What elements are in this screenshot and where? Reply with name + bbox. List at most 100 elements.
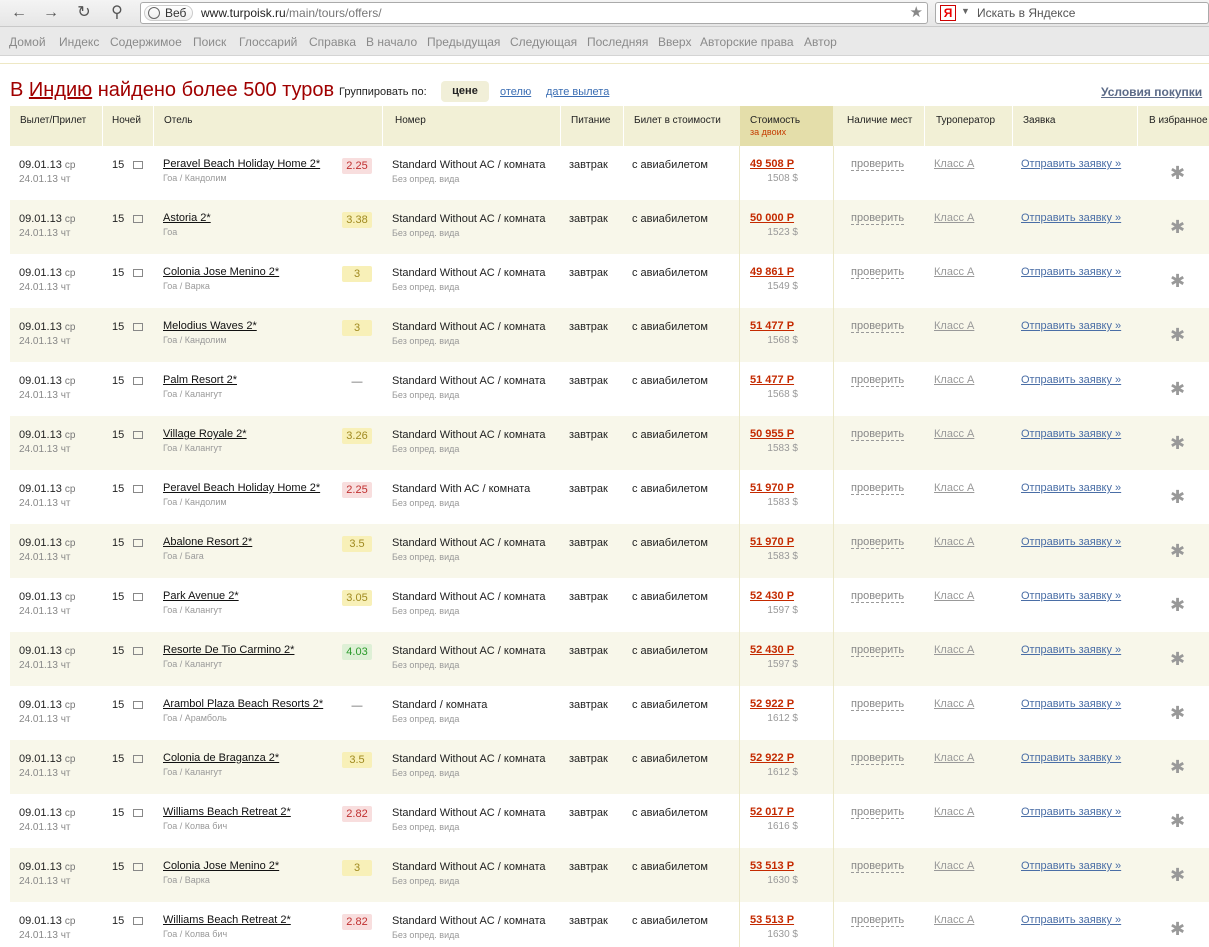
col-availability[interactable]: Наличие мест [847, 115, 912, 126]
tour-operator-link[interactable]: Класс А [934, 860, 974, 872]
calendar-icon[interactable] [133, 161, 143, 169]
hotel-link[interactable]: Astoria 2* [163, 212, 211, 224]
hotel-link[interactable]: Williams Beach Retreat 2* [163, 914, 291, 926]
add-favorite-icon[interactable]: ✱ [1170, 217, 1185, 238]
nav-start[interactable]: В начало [366, 35, 417, 49]
nav-copyright[interactable]: Авторские права [700, 35, 794, 49]
hotel-link[interactable]: Williams Beach Retreat 2* [163, 806, 291, 818]
group-by-date-link[interactable]: дате вылета [546, 86, 609, 98]
send-request-link[interactable]: Отправить заявку » [1021, 482, 1121, 494]
calendar-icon[interactable] [133, 377, 143, 385]
check-availability-link[interactable]: проверить [851, 482, 905, 495]
nav-last[interactable]: Последняя [587, 35, 648, 49]
check-availability-link[interactable]: проверить [851, 914, 905, 927]
check-availability-link[interactable]: проверить [851, 428, 905, 441]
calendar-icon[interactable] [133, 431, 143, 439]
add-favorite-icon[interactable]: ✱ [1170, 757, 1185, 778]
add-favorite-icon[interactable]: ✱ [1170, 541, 1185, 562]
yandex-search-field[interactable]: Я ▼ Искать в Яндексе [935, 2, 1209, 24]
nav-contents[interactable]: Содержимое [110, 35, 182, 49]
col-price[interactable]: Стоимость за двоих [740, 106, 833, 146]
price-link[interactable]: 52 430 Р [750, 644, 794, 656]
tour-operator-link[interactable]: Класс А [934, 482, 974, 494]
add-favorite-icon[interactable]: ✱ [1170, 163, 1185, 184]
bookmark-star-icon[interactable]: ★ [910, 3, 923, 21]
calendar-icon[interactable] [133, 539, 143, 547]
nav-index[interactable]: Индекс [59, 35, 99, 49]
calendar-icon[interactable] [133, 701, 143, 709]
price-link[interactable]: 53 513 Р [750, 860, 794, 872]
add-favorite-icon[interactable]: ✱ [1170, 325, 1185, 346]
calendar-icon[interactable] [133, 809, 143, 817]
send-request-link[interactable]: Отправить заявку » [1021, 374, 1121, 386]
nav-home[interactable]: Домой [9, 35, 46, 49]
nav-previous[interactable]: Предыдущая [427, 35, 500, 49]
check-availability-link[interactable]: проверить [851, 860, 905, 873]
price-link[interactable]: 50 000 Р [750, 212, 794, 224]
tour-operator-link[interactable]: Класс А [934, 698, 974, 710]
send-request-link[interactable]: Отправить заявку » [1021, 644, 1121, 656]
add-favorite-icon[interactable]: ✱ [1170, 433, 1185, 454]
web-badge[interactable]: Веб [144, 5, 194, 21]
send-request-link[interactable]: Отправить заявку » [1021, 158, 1121, 170]
check-availability-link[interactable]: проверить [851, 158, 905, 171]
send-request-link[interactable]: Отправить заявку » [1021, 590, 1121, 602]
price-link[interactable]: 49 508 Р [750, 158, 794, 170]
add-favorite-icon[interactable]: ✱ [1170, 811, 1185, 832]
tour-operator-link[interactable]: Класс А [934, 914, 974, 926]
calendar-icon[interactable] [133, 593, 143, 601]
col-ticket[interactable]: Билет в стоимости [634, 115, 721, 126]
nav-up[interactable]: Вверх [658, 35, 691, 49]
send-request-link[interactable]: Отправить заявку » [1021, 536, 1121, 548]
calendar-icon[interactable] [133, 647, 143, 655]
price-link[interactable]: 52 922 Р [750, 752, 794, 764]
price-link[interactable]: 50 955 Р [750, 428, 794, 440]
nav-glossary[interactable]: Глоссарий [239, 35, 297, 49]
tour-operator-link[interactable]: Класс А [934, 806, 974, 818]
tour-operator-link[interactable]: Класс А [934, 320, 974, 332]
send-request-link[interactable]: Отправить заявку » [1021, 428, 1121, 440]
send-request-link[interactable]: Отправить заявку » [1021, 212, 1121, 224]
add-favorite-icon[interactable]: ✱ [1170, 487, 1185, 508]
hotel-link[interactable]: Abalone Resort 2* [163, 536, 252, 548]
add-favorite-icon[interactable]: ✱ [1170, 649, 1185, 670]
nav-search[interactable]: Поиск [193, 35, 226, 49]
tour-operator-link[interactable]: Класс А [934, 374, 974, 386]
price-link[interactable]: 51 477 Р [750, 320, 794, 332]
address-bar[interactable]: Веб www.turpoisk.ru/main/tours/offers/ ★ [140, 2, 928, 24]
reload-icon[interactable]: ↻ [73, 3, 95, 23]
check-availability-link[interactable]: проверить [851, 374, 905, 387]
nav-help[interactable]: Справка [309, 35, 356, 49]
check-availability-link[interactable]: проверить [851, 806, 905, 819]
send-request-link[interactable]: Отправить заявку » [1021, 266, 1121, 278]
check-availability-link[interactable]: проверить [851, 590, 905, 603]
send-request-link[interactable]: Отправить заявку » [1021, 914, 1121, 926]
tour-operator-link[interactable]: Класс А [934, 266, 974, 278]
col-meal[interactable]: Питание [571, 115, 610, 126]
price-link[interactable]: 49 861 Р [750, 266, 794, 278]
send-request-link[interactable]: Отправить заявку » [1021, 806, 1121, 818]
tour-operator-link[interactable]: Класс А [934, 752, 974, 764]
add-favorite-icon[interactable]: ✱ [1170, 919, 1185, 940]
check-availability-link[interactable]: проверить [851, 644, 905, 657]
price-link[interactable]: 52 017 Р [750, 806, 794, 818]
group-by-hotel-link[interactable]: отелю [500, 86, 531, 98]
col-operator[interactable]: Туроператор [936, 115, 995, 126]
tour-operator-link[interactable]: Класс А [934, 644, 974, 656]
col-dates[interactable]: Вылет/Прилет [20, 115, 86, 126]
hotel-link[interactable]: Colonia de Braganza 2* [163, 752, 279, 764]
price-link[interactable]: 53 513 Р [750, 914, 794, 926]
col-nights[interactable]: Ночей [112, 115, 141, 126]
col-hotel[interactable]: Отель [164, 115, 193, 126]
send-request-link[interactable]: Отправить заявку » [1021, 752, 1121, 764]
col-request[interactable]: Заявка [1023, 115, 1056, 126]
col-favorites[interactable]: В избранное [1149, 115, 1208, 126]
calendar-icon[interactable] [133, 755, 143, 763]
col-room[interactable]: Номер [395, 115, 426, 126]
price-link[interactable]: 51 970 Р [750, 482, 794, 494]
check-availability-link[interactable]: проверить [851, 320, 905, 333]
check-availability-link[interactable]: проверить [851, 212, 905, 225]
price-link[interactable]: 51 477 Р [750, 374, 794, 386]
back-arrow-icon[interactable]: ← [8, 3, 30, 23]
nav-author[interactable]: Автор [804, 35, 837, 49]
